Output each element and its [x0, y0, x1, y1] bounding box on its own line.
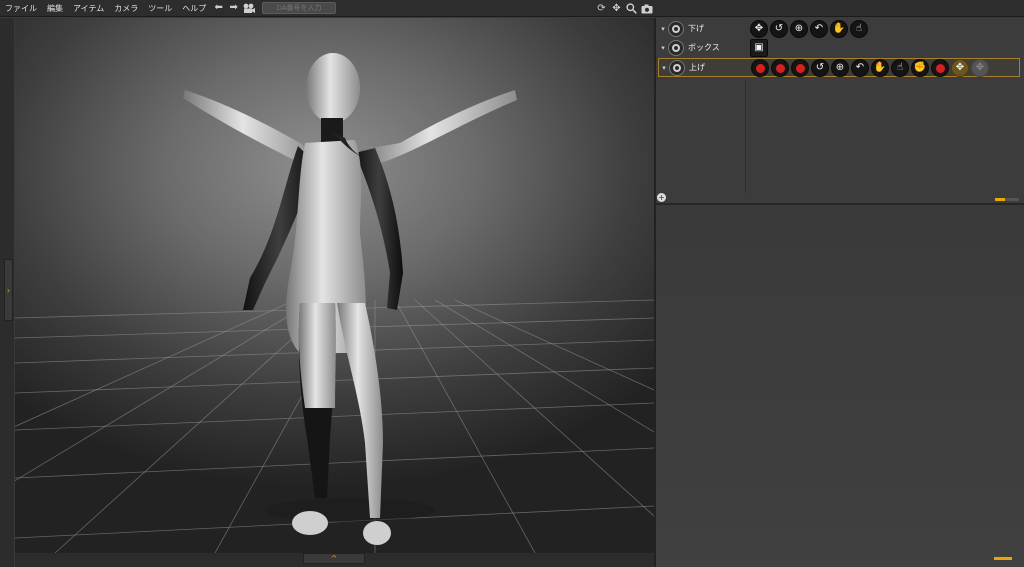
gold-joint-icon[interactable]: ✥ [951, 58, 969, 77]
hand-open-icon[interactable]: ✋ [830, 19, 848, 38]
arrow-right-icon[interactable]: ➡ [227, 2, 240, 15]
menu-item[interactable]: アイテム [68, 0, 109, 17]
menu-bar: ファイル 編集 アイテム カメラ ツール ヘルプ ⬅ ➡ [0, 0, 1024, 17]
undo-icon[interactable]: ↶ [810, 19, 828, 38]
red-joint-icon[interactable] [751, 58, 769, 77]
zoom-icon[interactable] [625, 2, 638, 15]
row-expand-arrow[interactable]: ▾ [659, 64, 669, 72]
hand-point-icon[interactable]: ☝ [891, 58, 909, 77]
menu-edit[interactable]: 編集 [42, 0, 68, 17]
visibility-icon[interactable] [669, 59, 685, 76]
list-row-box[interactable]: ▾ ボックス ▣ [658, 38, 1020, 57]
move-handle-icon[interactable]: ✥ [750, 19, 768, 38]
refresh-icon[interactable]: ⟳ [595, 2, 608, 15]
cube-icon[interactable]: ▣ [750, 38, 768, 57]
menu-tools[interactable]: ツール [143, 0, 177, 17]
menu-camera[interactable]: カメラ [109, 0, 143, 17]
row-label: ボックス [688, 43, 720, 52]
row-icon-group: ▣ [750, 38, 770, 57]
scrollbar-thumb[interactable] [995, 198, 1005, 201]
chevron-up-icon: ^ [330, 554, 338, 563]
move-icon[interactable]: ✥ [610, 2, 623, 15]
row-expand-arrow[interactable]: ▾ [658, 44, 668, 52]
menu-file[interactable]: ファイル [0, 0, 42, 17]
camera-icon[interactable] [640, 2, 653, 15]
menu-help[interactable]: ヘルプ [177, 0, 211, 17]
zoom-in-icon[interactable]: ⊕ [790, 19, 808, 38]
bottom-strip: ^ [15, 553, 654, 567]
rotate-icon[interactable]: ↺ [770, 19, 788, 38]
arrow-left-icon[interactable]: ⬅ [212, 2, 225, 15]
properties-panel [656, 205, 1024, 567]
list-row-sage[interactable]: ▾ 下げ ✥ ↺ ⊕ ↶ ✋ ☝ [658, 19, 1020, 38]
viewport-scene [15, 53, 654, 553]
rotate-icon[interactable]: ↺ [811, 58, 829, 77]
undo-icon[interactable]: ↶ [851, 58, 869, 77]
character-model[interactable] [183, 53, 517, 545]
red-joint-icon[interactable] [931, 58, 949, 77]
visibility-icon[interactable] [668, 20, 684, 37]
expand-bottom-handle[interactable]: ^ [303, 553, 365, 564]
visibility-icon[interactable] [668, 39, 684, 56]
camera-rig-icon[interactable] [242, 2, 255, 15]
hand-point-icon[interactable]: ☝ [850, 19, 868, 38]
pose-list-panel: ▾ 下げ ✥ ↺ ⊕ ↶ ✋ ☝ ▾ ボックス ▣ ▾ 上げ ↺ ⊕ ↶ ✋ ☝… [656, 18, 1024, 203]
panel-footer: + [656, 193, 1024, 203]
row-label: 上げ [689, 63, 705, 72]
3d-viewport[interactable] [15, 18, 654, 553]
view-tools: ⟳ ✥ [594, 2, 654, 15]
row-icon-group: ✥ ↺ ⊕ ↶ ✋ ☝ [750, 19, 870, 38]
da-number-input[interactable] [262, 2, 337, 14]
expand-left-handle[interactable]: › [4, 259, 13, 321]
scrollbar-track[interactable] [1005, 198, 1019, 201]
chevron-right-icon: › [6, 285, 11, 295]
red-joint-icon[interactable] [771, 58, 789, 77]
hand-open-icon[interactable]: ✋ [871, 58, 889, 77]
red-joint-icon[interactable] [791, 58, 809, 77]
row-icon-group: ↺ ⊕ ↶ ✋ ☝ ✊ ✥ ✥ [751, 58, 991, 77]
disabled-joint-icon: ✥ [971, 58, 989, 77]
hand-grab-icon[interactable]: ✊ [911, 58, 929, 77]
row-label: 下げ [688, 24, 704, 33]
list-row-age[interactable]: ▾ 上げ ↺ ⊕ ↶ ✋ ☝ ✊ ✥ ✥ [658, 58, 1020, 77]
zoom-in-icon[interactable]: ⊕ [831, 58, 849, 77]
resize-handle[interactable] [994, 557, 1012, 560]
row-expand-arrow[interactable]: ▾ [658, 25, 668, 33]
column-divider [745, 80, 746, 193]
add-icon[interactable]: + [657, 193, 666, 202]
